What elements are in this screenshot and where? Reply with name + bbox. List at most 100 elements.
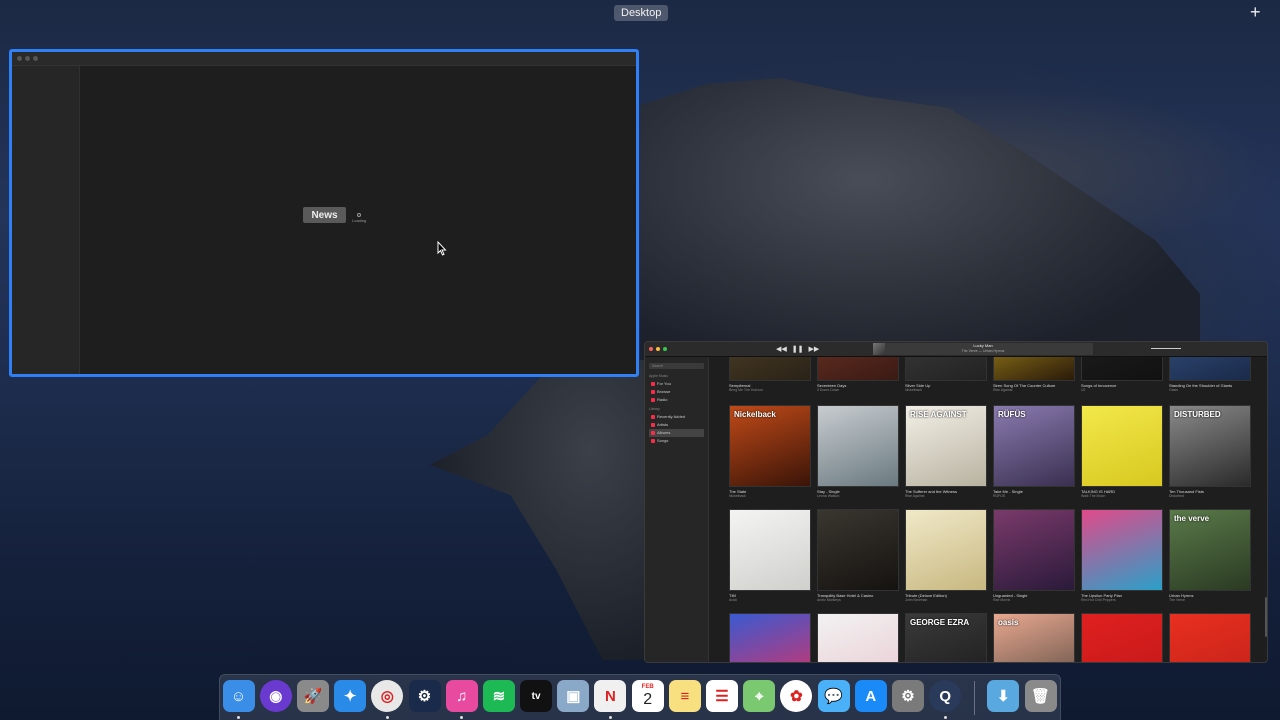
trash-icon[interactable]: 🗑 — [1024, 680, 1057, 712]
dock-item-trash[interactable]: 🗑 — [1022, 680, 1059, 716]
news-icon[interactable]: N — [594, 680, 627, 712]
now-playing-display[interactable]: Lucky Man The Verve — Urban Hymns — [873, 343, 1093, 355]
album-card[interactable]: DISTURBED Ten Thousand Fists Disturbed — [1169, 405, 1251, 498]
playback-controls[interactable]: ◀◀ ❚❚ ▶▶ — [776, 345, 819, 353]
reminders-icon[interactable]: ☰ — [706, 680, 739, 712]
album-cover[interactable] — [729, 613, 811, 662]
apple-tv-icon[interactable]: tv — [520, 680, 553, 712]
dock-item-maps[interactable]: ⌖ — [741, 680, 778, 716]
album-cover[interactable] — [993, 357, 1075, 381]
dock-item-preview[interactable]: ▣ — [555, 680, 592, 716]
album-card[interactable]: the verve Urban Hymns The Verve — [1169, 509, 1251, 602]
photos-icon[interactable]: ✿ — [780, 680, 813, 712]
album-cover[interactable] — [1081, 405, 1163, 487]
album-cover[interactable] — [729, 509, 811, 591]
album-card[interactable]: TIM Avicii — [729, 509, 811, 602]
album-cover[interactable]: oasis — [993, 613, 1075, 662]
downloads-icon[interactable]: ⬇ — [987, 680, 1020, 712]
album-cover[interactable] — [1081, 509, 1163, 591]
news-window[interactable]: News Loading — [9, 49, 639, 377]
album-cover[interactable] — [993, 509, 1075, 591]
album-card[interactable]: Standing On the Shoulder of Giants Oasis — [1169, 357, 1251, 392]
dock-item-app-store[interactable]: A — [852, 680, 889, 716]
album-card[interactable] — [817, 613, 899, 662]
album-card[interactable]: RISE AGAINST The Sufferer and the Witness… — [905, 405, 987, 498]
album-cover[interactable] — [817, 405, 899, 487]
dock-item-news[interactable]: N — [592, 680, 629, 719]
album-cover[interactable]: RISE AGAINST — [905, 405, 987, 487]
album-card[interactable]: Songs of Innocence U2 — [1081, 357, 1163, 392]
album-card[interactable]: The Upsilon Party Plan Red Hot Chili Pepp… — [1081, 509, 1163, 602]
steam-icon[interactable]: ⚙ — [408, 680, 441, 712]
dock-item-apple-tv[interactable]: tv — [518, 680, 555, 716]
news-app-label[interactable]: News — [303, 207, 346, 223]
album-cover[interactable]: Nickelback — [729, 405, 811, 487]
album-cover[interactable] — [1081, 613, 1163, 662]
add-space-button[interactable]: + — [1250, 2, 1261, 22]
window-controls[interactable] — [649, 347, 667, 351]
dock-item-quicktime[interactable]: Q — [927, 680, 964, 719]
launchpad-icon[interactable]: 🚀 — [296, 680, 329, 712]
desktop-space-label[interactable]: Desktop — [614, 5, 669, 21]
album-card[interactable]: GEORGE EZRA — [905, 613, 987, 662]
itunes-icon[interactable]: ♫ — [445, 680, 478, 712]
album-card[interactable]: Sempiternal Bring Me The Horizon — [729, 357, 811, 392]
dock-item-photos[interactable]: ✿ — [778, 680, 815, 716]
sidebar-item-songs[interactable]: Songs — [649, 437, 704, 445]
quicktime-icon[interactable]: Q — [929, 680, 962, 712]
preview-icon[interactable]: ▣ — [557, 680, 590, 712]
sidebar-item-for-you[interactable]: For You — [649, 380, 704, 388]
sidebar-item-recently-added[interactable]: Recently Added — [649, 413, 704, 421]
sidebar-item-radio[interactable]: Radio — [649, 396, 704, 404]
dock-item-itunes[interactable]: ♫ — [443, 680, 480, 719]
album-card[interactable]: oasis — [993, 613, 1075, 662]
spotify-icon[interactable]: ≋ — [482, 680, 515, 712]
album-card[interactable]: TALKING IS HARD Walk The Moon — [1081, 405, 1163, 498]
dock-item-finder[interactable]: ☺ — [220, 680, 257, 719]
dock-item-calendar[interactable]: FEB 2 — [629, 680, 666, 716]
album-card[interactable]: Nickelback The State Nickelback — [729, 405, 811, 498]
volume-slider[interactable] — [1151, 348, 1181, 349]
dock-item-downloads[interactable]: ⬇ — [985, 680, 1022, 716]
dock-item-system-preferences[interactable]: ⚙ — [889, 680, 926, 716]
previous-icon[interactable]: ◀◀ — [776, 345, 787, 353]
album-card[interactable] — [1169, 613, 1251, 662]
album-cover[interactable] — [729, 357, 811, 381]
album-cover[interactable] — [817, 613, 899, 662]
dock-item-steam[interactable]: ⚙ — [406, 680, 443, 716]
window-controls[interactable] — [17, 56, 38, 61]
album-card[interactable]: Silver Side Up Nickelback — [905, 357, 987, 392]
dock-item-safari[interactable]: ✦ — [332, 680, 369, 716]
dock-item-chrome[interactable]: ◎ — [369, 680, 406, 719]
calendar-icon[interactable]: FEB 2 — [631, 680, 664, 712]
chrome-icon[interactable]: ◎ — [371, 680, 404, 712]
album-cover[interactable]: DISTURBED — [1169, 405, 1251, 487]
sidebar-item-browse[interactable]: Browse — [649, 388, 704, 396]
album-cover[interactable] — [905, 357, 987, 381]
maps-icon[interactable]: ⌖ — [743, 680, 776, 712]
album-cover[interactable] — [1081, 357, 1163, 381]
album-card[interactable]: Seventeen Days 3 Doors Down — [817, 357, 899, 392]
album-card[interactable] — [729, 613, 811, 662]
finder-icon[interactable]: ☺ — [222, 680, 255, 712]
album-cover[interactable] — [1169, 613, 1251, 662]
sidebar-item-artists[interactable]: Artists — [649, 421, 704, 429]
album-card[interactable]: RÜFÜS Take Me - Single RÜFÜS — [993, 405, 1075, 498]
app-store-icon[interactable]: A — [854, 680, 887, 712]
album-cover[interactable] — [817, 509, 899, 591]
album-card[interactable]: Tranquility Base Hotel & Casino Arctic Mo… — [817, 509, 899, 602]
dock-item-launchpad[interactable]: 🚀 — [294, 680, 331, 716]
album-card[interactable] — [1081, 613, 1163, 662]
album-card[interactable]: Siren Song Of The Counter Culture Rise Ag… — [993, 357, 1075, 392]
messages-icon[interactable]: 💬 — [817, 680, 850, 712]
pause-icon[interactable]: ❚❚ — [792, 345, 804, 353]
dock-item-siri[interactable]: ◉ — [257, 680, 294, 716]
music-window[interactable]: ◀◀ ❚❚ ▶▶ Lucky Man The Verve — Urban Hym… — [644, 341, 1268, 663]
safari-icon[interactable]: ✦ — [334, 680, 367, 712]
dock-item-notes[interactable]: ≡ — [666, 680, 703, 716]
scrollbar[interactable] — [1265, 597, 1267, 637]
next-icon[interactable]: ▶▶ — [809, 345, 820, 353]
sidebar-item-albums[interactable]: Albums — [649, 429, 704, 437]
album-card[interactable]: Tribute (Deluxe Edition) John Newman — [905, 509, 987, 602]
dock-item-reminders[interactable]: ☰ — [703, 680, 740, 716]
